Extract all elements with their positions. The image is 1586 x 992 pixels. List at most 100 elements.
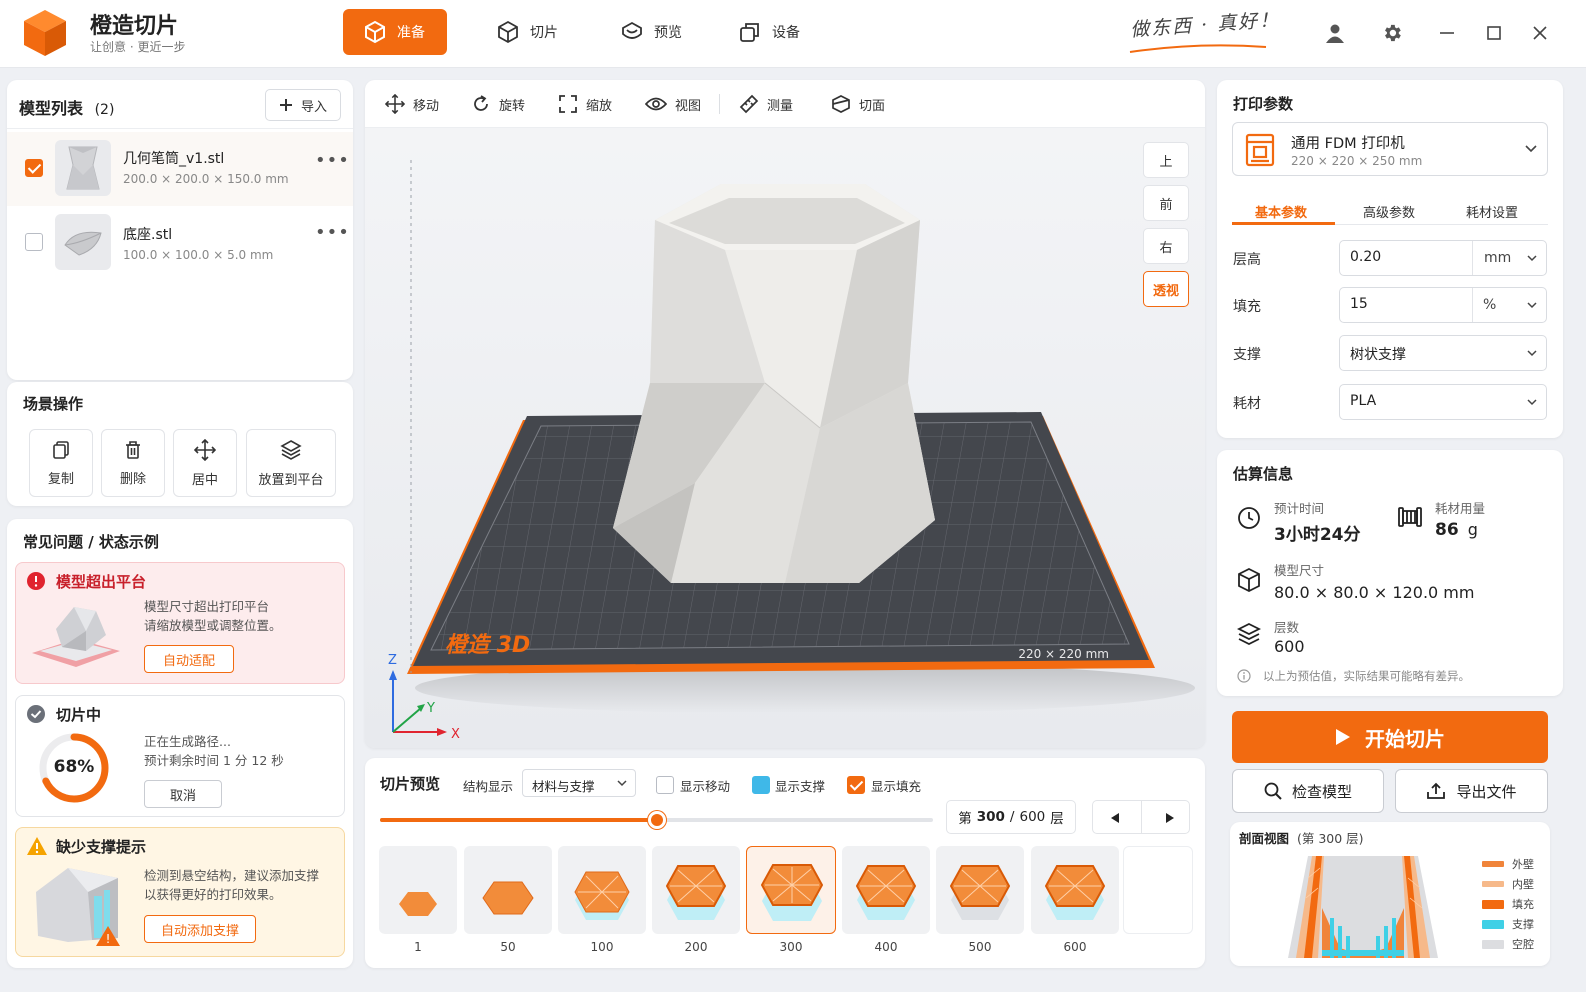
layer-thumb-500[interactable] (936, 846, 1024, 934)
tab-basic-params[interactable]: 基本参数 (1255, 202, 1307, 221)
measure-icon (739, 94, 759, 114)
model-size-cube-icon (1237, 567, 1261, 593)
close-icon[interactable] (1525, 18, 1555, 48)
center-button[interactable]: 居中 (173, 429, 237, 497)
copy-button[interactable]: 复制 (29, 429, 93, 497)
model-name: 底座.stl (123, 227, 173, 243)
model-size-value: 80.0 × 80.0 × 120.0 mm (1274, 583, 1475, 602)
show-travel-checkbox[interactable] (656, 776, 674, 794)
tool-move[interactable]: 移动 (385, 80, 439, 128)
show-support-checkbox[interactable] (752, 776, 770, 794)
layer-thumb-200[interactable] (652, 846, 740, 934)
next-layer-icon[interactable] (1165, 812, 1175, 824)
layer-slider-handle[interactable] (647, 811, 666, 829)
tab-prepare[interactable]: 准备 (343, 9, 447, 55)
show-infill-checkbox[interactable] (847, 776, 865, 794)
printer-select[interactable]: 通用 FDM 打印机 220 × 220 × 250 mm (1232, 122, 1548, 176)
legend-infill: 填充 (1482, 896, 1534, 912)
layer-slider[interactable] (380, 811, 933, 829)
support-label: 支撑 (1233, 347, 1261, 363)
vase-model (613, 184, 935, 583)
layer-thumb-400[interactable] (842, 846, 930, 934)
move-icon (385, 94, 405, 114)
tool-section[interactable]: 切面 (831, 80, 885, 128)
check-model-button[interactable]: 检查模型 (1232, 769, 1384, 813)
model-row-1[interactable]: 几何笔筒_v1.stl 200.0 × 200.0 × 150.0 mm ••• (7, 132, 353, 206)
user-avatar-icon[interactable] (1320, 18, 1350, 48)
slogan: 做东西 · 真好！ (1129, 8, 1281, 42)
layer-thumb-300[interactable] (746, 846, 836, 934)
eye-icon (645, 96, 667, 112)
section-title-text: 剖面视图 (1239, 831, 1290, 846)
export-file-button[interactable]: 导出文件 (1395, 769, 1548, 813)
model-list-title: 模型列表 (2) (19, 95, 114, 119)
support-select[interactable]: 树状支撑 (1339, 335, 1547, 371)
tab-preview[interactable]: 预览 (600, 9, 702, 55)
tab-devices[interactable]: 设备 (718, 9, 820, 55)
tool-label: 切面 (859, 98, 886, 114)
legend-label: 填充 (1512, 898, 1534, 911)
place-on-bed-button[interactable]: 放置到平台 (246, 429, 336, 497)
legend-label: 支撑 (1512, 918, 1534, 931)
tool-measure[interactable]: 测量 (739, 80, 793, 128)
tool-rotate[interactable]: 旋转 (471, 80, 525, 128)
layer-height-field[interactable]: 0.20 mm (1339, 240, 1547, 276)
layer-number: 50 (500, 940, 516, 954)
current-layer: 300 (976, 809, 1005, 825)
rotate-icon (471, 94, 491, 114)
settings-gear-icon[interactable] (1377, 18, 1407, 48)
delete-button[interactable]: 删除 (101, 429, 165, 497)
info-icon (1237, 669, 1251, 683)
tab-material-settings[interactable]: 耗材设置 (1466, 202, 1518, 221)
copy-icon (51, 440, 71, 460)
tab-slice[interactable]: 切片 (476, 9, 578, 55)
material-unit: g (1467, 520, 1478, 539)
layer-thumb-50[interactable] (464, 846, 552, 934)
progress-ring: 68% (36, 730, 112, 806)
layer-number: 1 (414, 940, 422, 954)
scale-icon (558, 94, 578, 114)
print-bed-scene: 橙造 3D 220 × 220 mm Z X Y (365, 128, 1205, 748)
layer-thumb-empty (1123, 846, 1193, 934)
auto-fit-button[interactable]: 自动适配 (144, 645, 234, 673)
viewport-3d[interactable]: 移动 旋转 缩放 视图 测量 切面 上 前 右 透视 橙造 3D 220 × 2… (365, 80, 1205, 748)
delete-label: 删除 (119, 471, 146, 487)
material-select[interactable]: PLA (1339, 384, 1547, 420)
section-view-panel: 剖面视图 (第 300 层) 外壁 内壁 填充 支撑 空腔 (1230, 822, 1550, 966)
layer-thumb-1[interactable] (379, 846, 457, 934)
model-checkbox[interactable] (25, 233, 43, 251)
layer-thumb-100[interactable] (558, 846, 646, 934)
more-options-icon[interactable]: ••• (315, 150, 350, 171)
progress-percent: 68% (53, 757, 95, 777)
show-infill-label: 显示填充 (871, 779, 922, 794)
minimize-icon[interactable] (1432, 18, 1462, 48)
import-button[interactable]: 导入 (265, 89, 341, 121)
model-row-2[interactable]: 底座.stl 100.0 × 100.0 × 5.0 mm ••• (7, 208, 353, 282)
auto-add-support-button[interactable]: 自动添加支撑 (144, 915, 256, 943)
tool-label: 旋转 (499, 98, 526, 114)
infill-unit: % (1483, 297, 1497, 313)
clock-icon (1237, 506, 1261, 530)
tool-view[interactable]: 视图 (645, 80, 701, 128)
start-slicing-button[interactable]: 开始切片 (1232, 711, 1548, 763)
cancel-button[interactable]: 取消 (144, 780, 222, 808)
tool-scale[interactable]: 缩放 (558, 80, 612, 128)
infill-field[interactable]: 15 % (1339, 287, 1547, 323)
layer-thumb-600[interactable] (1031, 846, 1119, 934)
prev-layer-icon[interactable] (1110, 812, 1120, 824)
axis-x-label: X (451, 727, 460, 742)
structure-select[interactable]: 材料与支撑 (522, 769, 636, 797)
more-options-icon[interactable]: ••• (315, 222, 350, 243)
slicing-title: 切片中 (56, 706, 102, 724)
field-divider (1472, 288, 1473, 322)
export-file-label: 导出文件 (1456, 782, 1517, 801)
chevron-down-icon (1527, 302, 1537, 310)
maximize-icon[interactable] (1479, 18, 1509, 48)
tab-advanced-params[interactable]: 高级参数 (1363, 202, 1415, 221)
status-slicing: 切片中 68% 正在生成路径... 预计剩余时间 1 分 12 秒 取消 (15, 695, 345, 817)
model-checkbox[interactable] (25, 159, 43, 177)
layer-number: 200 (684, 940, 708, 954)
axis-y-label: Y (426, 701, 435, 716)
trash-icon (123, 440, 143, 460)
preview-icon (620, 20, 644, 44)
